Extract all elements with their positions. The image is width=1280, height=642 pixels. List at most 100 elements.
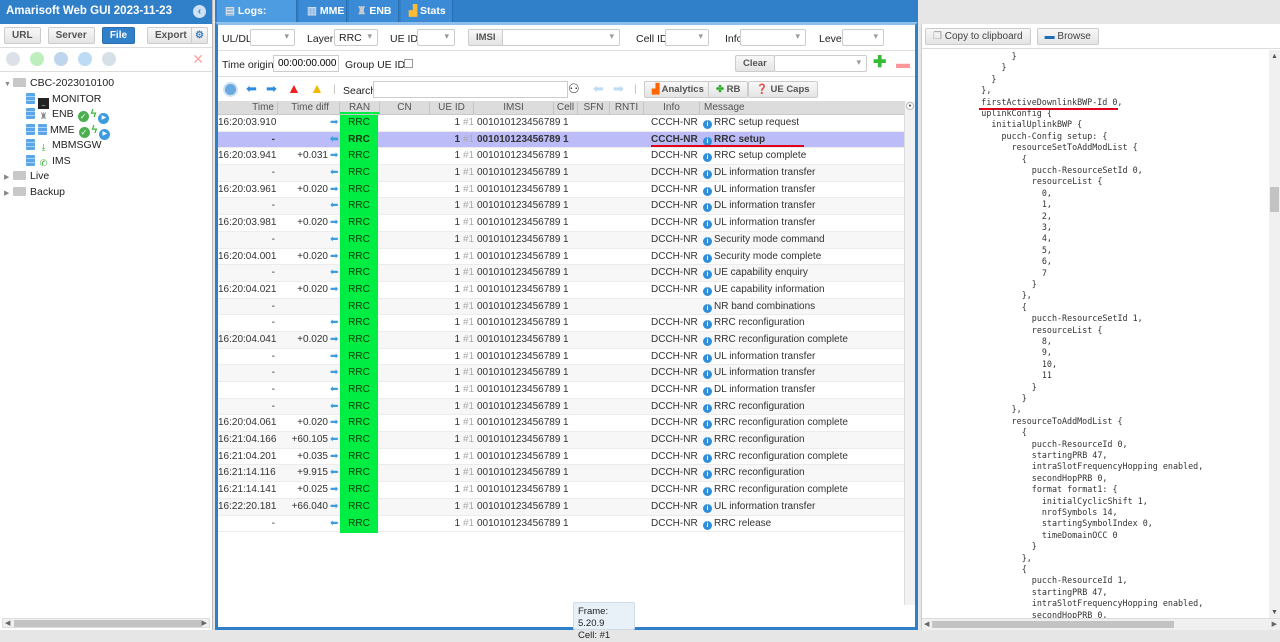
- table-row[interactable]: - ⬅ RRC 1 #1 001010123456789 1 DCCH-NR i RRC reco…: [218, 315, 905, 333]
- table-row[interactable]: - ⬅ RRC 1 #1 001010123456789 1 DCCH-NR i UE capab…: [218, 265, 905, 283]
- tab-enb[interactable]: ♜ ENB: [349, 0, 399, 22]
- cell-message[interactable]: i DL information transfer: [703, 165, 815, 181]
- scroll-down-icon[interactable]: ▼: [1271, 609, 1278, 616]
- table-row[interactable]: - ➡ RRC 1 #1 001010123456789 1 DCCH-NR i UL infor…: [218, 365, 905, 383]
- group-ueid-checkbox[interactable]: [404, 59, 413, 68]
- detail-vertical-scrollbar[interactable]: ▲ ▼: [1269, 50, 1280, 618]
- cellid-select[interactable]: [665, 29, 709, 46]
- scroll-thumb[interactable]: [932, 621, 1174, 628]
- analytics-button[interactable]: ▟ Analytics: [644, 81, 712, 98]
- col-imsi[interactable]: IMSI: [474, 102, 554, 114]
- file-button[interactable]: File: [101, 27, 136, 44]
- refresh-icon[interactable]: [54, 52, 69, 66]
- ueid-select[interactable]: [417, 29, 455, 46]
- cell-message[interactable]: i RRC reconfiguration complete: [703, 449, 848, 465]
- table-row[interactable]: 16:20:04.021 +0.020 ➡ RRC 1 #1 001010123456789…: [218, 281, 905, 299]
- rb-button[interactable]: ✤ RB: [708, 81, 749, 98]
- imsi-button[interactable]: IMSI: [468, 29, 504, 46]
- previous-icon[interactable]: ⬅: [246, 81, 257, 97]
- cell-message[interactable]: i RRC reconfiguration complete: [703, 415, 848, 431]
- cell-message[interactable]: i RRC reconfiguration: [703, 315, 805, 331]
- cell-message[interactable]: i UL information transfer: [703, 349, 815, 365]
- cell-message[interactable]: i DL information transfer: [703, 198, 815, 214]
- layer-select[interactable]: RRC: [334, 29, 378, 46]
- uldl-select[interactable]: [250, 29, 295, 46]
- play-icon[interactable]: [78, 52, 93, 66]
- expand-arrow-icon[interactable]: ▼: [4, 77, 12, 92]
- tab-logs[interactable]: ▤ Logs: 49215: [217, 0, 297, 39]
- detail-horizontal-scrollbar[interactable]: ◀ ▶: [922, 618, 1280, 630]
- check-icon[interactable]: [30, 52, 45, 66]
- tree-item-mbmsgw[interactable]: ⤓ MBMSGW: [4, 138, 212, 154]
- table-row[interactable]: 16:20:04.061 +0.020 ➡ RRC 1 #1 001010123456789…: [218, 415, 905, 433]
- cell-message[interactable]: i RRC reconfiguration complete: [703, 332, 848, 348]
- cell-message[interactable]: i DL information transfer: [703, 382, 815, 398]
- table-row[interactable]: - RRC 1 #1 001010123456789 1 i NR band combinat…: [218, 298, 905, 316]
- cell-message[interactable]: i Security mode complete: [703, 249, 821, 265]
- table-row[interactable]: 16:20:04.041 +0.020 ➡ RRC 1 #1 001010123456789…: [218, 331, 905, 349]
- cell-message[interactable]: i UL information transfer: [703, 365, 815, 381]
- table-row[interactable]: 16:20:03.961 +0.020 ➡ RRC 1 #1 001010123456789…: [218, 181, 905, 199]
- cell-message[interactable]: i RRC release: [703, 516, 771, 532]
- next-icon[interactable]: ➡: [266, 81, 277, 97]
- cell-message[interactable]: i RRC reconfiguration complete: [703, 482, 848, 498]
- tree-item-monitor[interactable]: _ MONITOR: [4, 92, 212, 109]
- export-button[interactable]: Export: [147, 27, 195, 44]
- table-row[interactable]: - ⬅ RRC 1 #1 001010123456789 1 DCCH-NR i Security…: [218, 231, 905, 249]
- table-row[interactable]: 16:21:14.141 +0.025 ➡ RRC 1 #1 001010123456789…: [218, 482, 905, 500]
- cell-message[interactable]: i RRC setup complete: [703, 148, 806, 164]
- log-vertical-scrollbar[interactable]: ●: [904, 101, 915, 605]
- search-previous-icon[interactable]: ⬅: [593, 81, 604, 97]
- table-row[interactable]: - ➡ RRC 1 #1 001010123456789 1 DCCH-NR i UL infor…: [218, 348, 905, 366]
- cell-message[interactable]: i RRC reconfiguration: [703, 465, 805, 481]
- cell-message[interactable]: i RRC setup request: [703, 115, 799, 131]
- col-ueid[interactable]: UE ID: [430, 102, 474, 114]
- settings-icon[interactable]: ⚙: [191, 27, 208, 44]
- table-row[interactable]: - ⬅ RRC 1 #1 001010123456789 1 DCCH-NR i DL infor…: [218, 165, 905, 183]
- table-row[interactable]: 16:20:04.001 +0.020 ➡ RRC 1 #1 001010123456789…: [218, 248, 905, 266]
- cell-message[interactable]: i RRC reconfiguration: [703, 399, 805, 415]
- browse-button[interactable]: ▬ Browse: [1036, 28, 1099, 45]
- cell-message[interactable]: i UL information transfer: [703, 215, 815, 231]
- wrench-icon[interactable]: [6, 52, 20, 66]
- level-select[interactable]: [842, 29, 884, 46]
- table-row[interactable]: 16:21:04.201 +0.035 ➡ RRC 1 #1 001010123456789…: [218, 448, 905, 466]
- clock-icon[interactable]: [223, 82, 238, 97]
- remove-icon[interactable]: ▬: [896, 56, 910, 70]
- tree-folder-live[interactable]: ▶ Live: [4, 169, 212, 185]
- search-next-icon[interactable]: ➡: [613, 81, 624, 97]
- cell-message[interactable]: i UE capability information: [703, 282, 825, 298]
- add-icon[interactable]: ✚: [873, 55, 887, 71]
- binoculars-icon[interactable]: ⚇: [568, 81, 580, 97]
- cell-message[interactable]: i NR band combinations: [703, 299, 815, 315]
- uecaps-button[interactable]: ❓ UE Caps: [748, 81, 818, 98]
- expand-arrow-icon[interactable]: ▶: [4, 170, 12, 185]
- time-origin-input[interactable]: [273, 55, 339, 72]
- col-time-diff[interactable]: Time diff: [278, 102, 340, 114]
- table-row[interactable]: 16:21:14.116 +9.915 ⬅ RRC 1 #1 001010123456789…: [218, 465, 905, 483]
- error-icon[interactable]: ▲: [287, 80, 301, 96]
- tab-stats[interactable]: ▟ Stats: [401, 0, 453, 22]
- table-row[interactable]: - ⬅ RRC 1 #1 001010123456789 1 DCCH-NR i DL infor…: [218, 198, 905, 216]
- scroll-thumb[interactable]: [1270, 187, 1279, 212]
- table-row[interactable]: 16:22:20.181 +66.040 ➡ RRC 1 #1 00101012345678…: [218, 498, 905, 516]
- col-sfn[interactable]: SFN: [578, 102, 610, 114]
- table-row[interactable]: - ⬅ RRC 1 #1 001010123456789 1 DCCH-NR i DL infor…: [218, 382, 905, 399]
- cell-message[interactable]: i RRC reconfiguration: [703, 432, 805, 448]
- col-info[interactable]: Info: [644, 102, 700, 114]
- scroll-up-icon[interactable]: ●: [906, 102, 914, 110]
- delete-icon[interactable]: ✕: [192, 51, 204, 68]
- warning-icon[interactable]: ▲: [310, 80, 324, 96]
- scroll-up-icon[interactable]: ▲: [1271, 53, 1278, 60]
- scroll-left-icon[interactable]: ◀: [5, 619, 10, 628]
- info-select[interactable]: [740, 29, 806, 46]
- link-icon[interactable]: [102, 52, 117, 66]
- collapse-panel-icon[interactable]: ‹: [193, 5, 206, 18]
- tree-item-mme[interactable]: MME ✓ ϟ ▶: [4, 123, 212, 140]
- table-row[interactable]: 16:21:04.166 +60.105 ⬅ RRC 1 #1 00101012345678…: [218, 432, 905, 450]
- tab-mme[interactable]: ▥ MME: [299, 0, 347, 22]
- search-input[interactable]: [373, 81, 568, 98]
- col-cn[interactable]: CN: [380, 102, 430, 114]
- cell-message[interactable]: i UE capability enquiry: [703, 265, 808, 281]
- cell-message[interactable]: i Security mode command: [703, 232, 825, 248]
